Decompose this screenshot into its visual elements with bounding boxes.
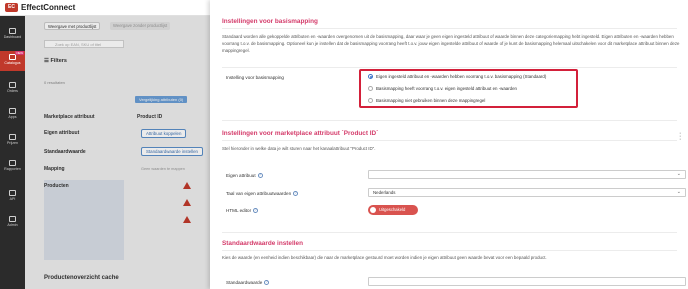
section-divider [222, 140, 677, 141]
admin-icon [9, 216, 16, 222]
own-attribute-label: Eigen attribuut? [226, 173, 263, 179]
basismapping-description: Standaard worden alle gekoppelde attribu… [222, 34, 680, 53]
basismapping-title: Instellingen voor basismapping [222, 18, 318, 25]
section-divider [222, 250, 677, 251]
basismapping-setting-label: Instelling voor basismapping [226, 75, 284, 80]
html-editor-label-text: HTML editor [226, 208, 252, 213]
language-label: Taal van eigen attribuutwaarden? [226, 191, 299, 197]
radio-unselected[interactable] [368, 86, 373, 92]
nav-item-label: Catalogus [4, 61, 21, 65]
section-divider [222, 67, 677, 68]
option-label: Basismapping heeft voorrang t.o.v. eigen… [376, 86, 517, 91]
api-icon [9, 190, 16, 196]
own-attribute-label-text: Eigen attribuut [226, 173, 256, 178]
nav-item-label: Admin [7, 223, 18, 227]
new-badge: NEW [15, 51, 24, 55]
chevron-down-icon: ⌄ [676, 171, 681, 177]
prices-icon [9, 134, 16, 140]
side-navigation: Dashboard NEW Catalogus Orders Apps Prij… [0, 0, 25, 289]
help-icon[interactable]: ? [264, 280, 270, 286]
backdrop-overlay[interactable] [25, 16, 210, 289]
option-label: Eigen ingesteld attribuut en -waarden he… [376, 74, 547, 79]
language-value: Nederlands [373, 190, 396, 195]
nav-item-label: Rapporten [4, 167, 21, 171]
toggle-knob [370, 207, 376, 213]
nav-item-rapporten[interactable]: Rapporten [0, 160, 25, 171]
radio-selected[interactable] [368, 74, 373, 80]
radio-unselected[interactable] [368, 98, 373, 104]
help-icon[interactable]: ? [257, 173, 263, 179]
reports-icon [9, 160, 16, 166]
toggle-label: Uitgeschakeld [379, 207, 406, 212]
section-divider [222, 232, 677, 233]
language-select[interactable]: Nederlands ⌄ [368, 188, 686, 197]
nav-item-label: Apps [8, 115, 17, 119]
nav-item-dashboard[interactable]: Dashboard [0, 28, 25, 39]
help-icon[interactable]: ? [293, 191, 299, 197]
nav-item-catalogus[interactable]: NEW Catalogus [0, 51, 25, 71]
marketplace-attribute-title: Instellingen voor marketplace attribuut … [222, 130, 379, 137]
option-label: Basismapping niet gebruiken binnen deze … [376, 98, 486, 103]
basismapping-option-disable[interactable]: Basismapping niet gebruiken binnen deze … [368, 98, 486, 104]
section-divider [222, 120, 677, 121]
app-name: EffectConnect [21, 3, 76, 12]
help-icon[interactable]: ? [253, 208, 259, 214]
nav-item-prijzen[interactable]: Prijzen [0, 134, 25, 145]
html-editor-label: HTML editor? [226, 208, 259, 214]
default-value-description: Kies de waarde (en eenheid indien beschi… [222, 255, 547, 260]
apps-icon [9, 108, 16, 114]
nav-item-orders[interactable]: Orders [0, 82, 25, 93]
dashboard-icon [9, 28, 16, 34]
app-logo[interactable]: EC [5, 3, 18, 12]
nav-item-admin[interactable]: Admin [0, 216, 25, 227]
nav-item-label: Dashboard [3, 35, 22, 39]
nav-item-label: API [9, 197, 16, 201]
nav-item-api[interactable]: API [0, 190, 25, 201]
default-value-title: Standaardwaarde instellen [222, 240, 303, 247]
orders-icon [9, 82, 16, 88]
nav-item-apps[interactable]: Apps [0, 108, 25, 119]
default-value-input[interactable] [368, 277, 686, 286]
language-label-text: Taal van eigen attribuutwaarden [226, 191, 292, 196]
default-value-label-text: Standaardwaarde [226, 280, 263, 285]
marketplace-attribute-description: Stel hieronder in welke data je wilt stu… [222, 146, 376, 151]
more-options-icon[interactable]: · · · [679, 130, 682, 143]
section-divider [222, 28, 677, 29]
chevron-down-icon: ⌄ [676, 189, 681, 195]
nav-item-label: Prijzen [7, 141, 18, 145]
basismapping-option-priority[interactable]: Basismapping heeft voorrang t.o.v. eigen… [368, 86, 517, 92]
top-bar: EC EffectConnect [0, 0, 210, 16]
own-attribute-select[interactable]: ⌄ [368, 170, 686, 179]
basismapping-option-default[interactable]: Eigen ingesteld attribuut en -waarden he… [368, 74, 547, 80]
nav-item-label: Orders [7, 89, 18, 93]
html-editor-toggle[interactable]: Uitgeschakeld [368, 205, 418, 215]
default-value-label: Standaardwaarde? [226, 280, 270, 286]
